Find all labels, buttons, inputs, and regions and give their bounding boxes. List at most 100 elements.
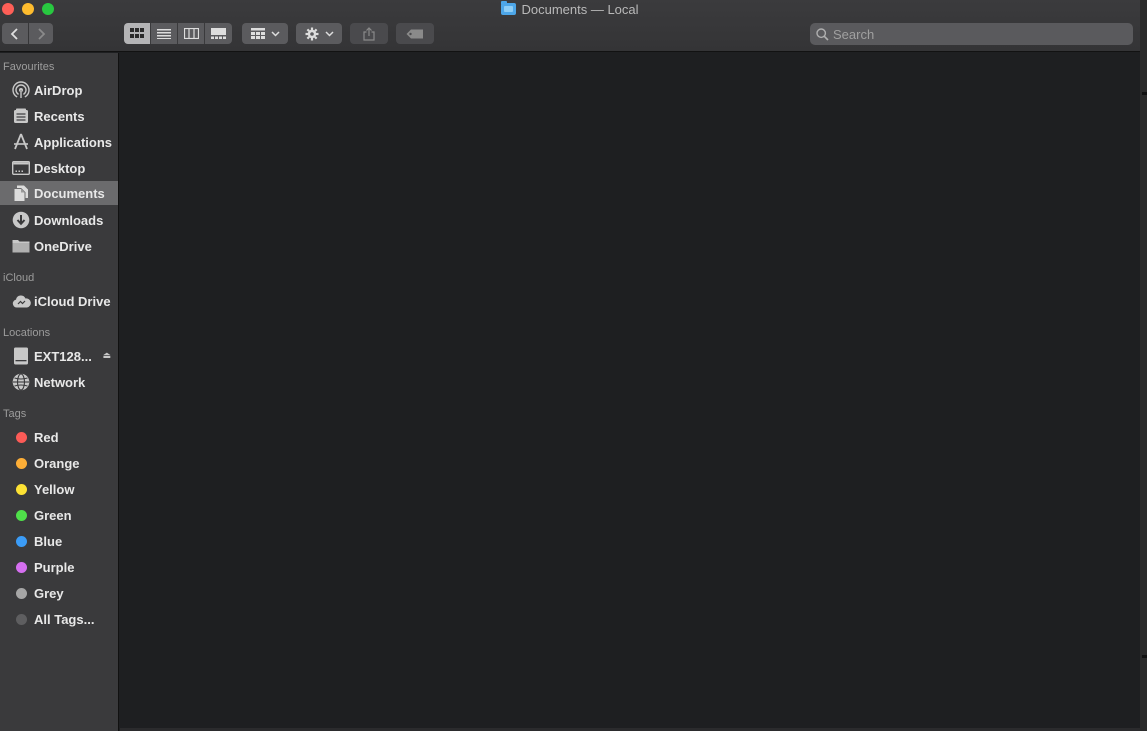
window-title: Documents — Local — [0, 1, 1140, 17]
tags-header: Tags — [3, 408, 27, 420]
background-window-edge — [1140, 0, 1147, 731]
sidebar-item-tag[interactable]: Blue — [0, 529, 118, 553]
sidebar-item-desktop[interactable]: Desktop — [0, 156, 118, 180]
sidebar-item-tag[interactable]: Yellow — [0, 477, 118, 501]
sidebar-item-tag[interactable]: Red — [0, 425, 118, 449]
sidebar-item-label: EXT128... — [34, 348, 92, 364]
tag-color-dot — [15, 587, 27, 599]
search-icon — [816, 27, 829, 41]
share-button[interactable] — [350, 23, 388, 44]
recents-icon — [11, 106, 31, 126]
window-title-text: Documents — Local — [521, 2, 639, 17]
tag-color-dot — [15, 509, 27, 521]
tag-color-icon — [11, 453, 31, 473]
action-menu-button[interactable] — [296, 23, 342, 44]
sidebar-item-label: Documents — [34, 185, 105, 201]
folder-icon — [11, 236, 31, 256]
sidebar-item-label: Orange — [34, 455, 80, 471]
sidebar-item-label: OneDrive — [34, 238, 92, 254]
eject-icon[interactable]: ⏏ — [102, 350, 111, 361]
applications-icon — [11, 132, 31, 152]
icloud-icon — [11, 291, 31, 311]
column-view-icon — [183, 28, 199, 39]
sidebar-item-airdrop[interactable]: AirDrop — [0, 78, 118, 102]
sidebar-item-tag[interactable]: Grey — [0, 581, 118, 605]
sidebar-item-label: Red — [34, 429, 59, 445]
list-view-button[interactable] — [151, 23, 178, 44]
locations-header: Locations — [3, 327, 51, 339]
sidebar-item-label: Grey — [34, 585, 64, 601]
chevron-down-icon — [270, 30, 280, 37]
sidebar-item-tag[interactable]: All Tags... — [0, 607, 118, 631]
search-field[interactable] — [810, 23, 1133, 45]
gear-icon — [305, 27, 318, 40]
tag-color-dot — [15, 561, 27, 573]
documents-icon — [11, 183, 31, 203]
sidebar-item-label: Desktop — [34, 160, 86, 176]
sidebar-item-tag[interactable]: Orange — [0, 451, 118, 475]
background-window-mark — [1142, 655, 1147, 658]
tag-color-icon — [11, 557, 31, 577]
chevron-down-icon — [324, 30, 334, 37]
finder-window: Documents — Local Search Favourites AirD… — [0, 0, 1140, 731]
tags-button[interactable] — [396, 23, 434, 44]
sidebar-item-label: Applications — [34, 134, 113, 150]
tag-color-icon — [11, 531, 31, 551]
sidebar-item-onedrive[interactable]: OneDrive — [0, 234, 118, 258]
network-icon — [11, 372, 31, 392]
sidebar-item-label: iCloud Drive — [34, 293, 111, 309]
sidebar-item-label: Purple — [34, 559, 75, 575]
icon-view-button[interactable] — [124, 23, 151, 44]
tag-color-icon — [11, 479, 31, 499]
sidebar-item-label: Recents — [34, 108, 85, 124]
sidebar-item-network[interactable]: Network — [0, 370, 118, 394]
sidebar-item-ext128[interactable]: EXT128... ⏏ — [0, 344, 118, 368]
sidebar-item-label: Blue — [34, 533, 63, 549]
search-input[interactable] — [833, 26, 1123, 42]
sidebar-item-recents[interactable]: Recents — [0, 104, 118, 128]
column-view-button[interactable] — [178, 23, 205, 44]
tag-color-dot — [15, 431, 27, 443]
gallery-view-icon — [211, 28, 226, 39]
share-icon — [363, 26, 375, 41]
sidebar-item-label: Network — [34, 374, 86, 390]
view-mode-selector — [124, 23, 232, 44]
tag-color-dot — [15, 613, 27, 625]
file-browser-content[interactable] — [120, 53, 1140, 728]
favourites-header: Favourites — [3, 61, 55, 73]
icon-view-icon — [130, 28, 144, 38]
tag-icon — [406, 29, 423, 38]
sidebar-item-label: Downloads — [34, 212, 104, 228]
airdrop-icon — [11, 80, 31, 100]
sidebar: Favourites AirDrop Recents Applications … — [0, 53, 119, 731]
tag-color-dot — [15, 483, 27, 495]
tag-color-icon — [11, 609, 31, 629]
back-button[interactable] — [2, 23, 28, 44]
sidebar-item-label: Yellow — [34, 481, 75, 497]
chevron-left-icon — [10, 27, 18, 40]
tag-color-dot — [15, 535, 27, 547]
tag-color-icon — [11, 505, 31, 525]
gallery-view-button[interactable] — [205, 23, 232, 44]
tag-color-icon — [11, 427, 31, 447]
titlebar: Documents — Local — [0, 0, 1140, 52]
desktop-icon — [11, 158, 31, 178]
drive-icon — [11, 346, 31, 366]
sidebar-item-tag[interactable]: Purple — [0, 555, 118, 579]
forward-button[interactable] — [29, 23, 53, 44]
sidebar-item-documents[interactable]: Documents — [0, 181, 118, 205]
chevron-right-icon — [38, 27, 46, 40]
group-by-button[interactable] — [242, 23, 288, 44]
sidebar-item-downloads[interactable]: Downloads — [0, 208, 118, 232]
sidebar-item-label: Green — [34, 507, 72, 523]
sidebar-item-label: AirDrop — [34, 82, 83, 98]
sidebar-item-icloud-drive[interactable]: iCloud Drive — [0, 289, 118, 313]
sidebar-item-tag[interactable]: Green — [0, 503, 118, 527]
background-window-mark — [1142, 92, 1147, 95]
list-view-icon — [157, 28, 171, 39]
sidebar-item-applications[interactable]: Applications — [0, 130, 118, 154]
icloud-header: iCloud — [3, 272, 35, 284]
tag-color-icon — [11, 583, 31, 603]
group-by-icon — [250, 28, 265, 39]
sidebar-item-label: All Tags... — [34, 611, 95, 627]
